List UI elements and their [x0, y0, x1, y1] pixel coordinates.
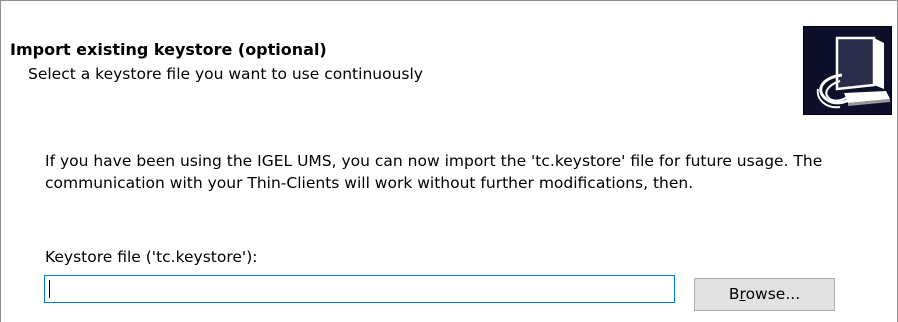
browse-label-end: owse... — [745, 285, 801, 303]
import-description: If you have been using the IGEL UMS, you… — [45, 152, 823, 192]
browse-button[interactable]: Browse... — [694, 278, 835, 311]
browse-label-start: B — [728, 285, 740, 303]
text-caret — [49, 280, 50, 298]
computer-graphic — [816, 36, 890, 109]
page-title: Import existing keystore (optional) — [10, 40, 327, 59]
page-subtitle: Select a keystore file you want to use c… — [28, 65, 423, 83]
wizard-panel: Import existing keystore (optional) Sele… — [0, 0, 898, 322]
computer-with-cable-icon — [803, 26, 892, 115]
keystore-file-label: Keystore file ('tc.keystore'): — [45, 248, 258, 266]
keystore-file-input[interactable] — [44, 275, 675, 303]
